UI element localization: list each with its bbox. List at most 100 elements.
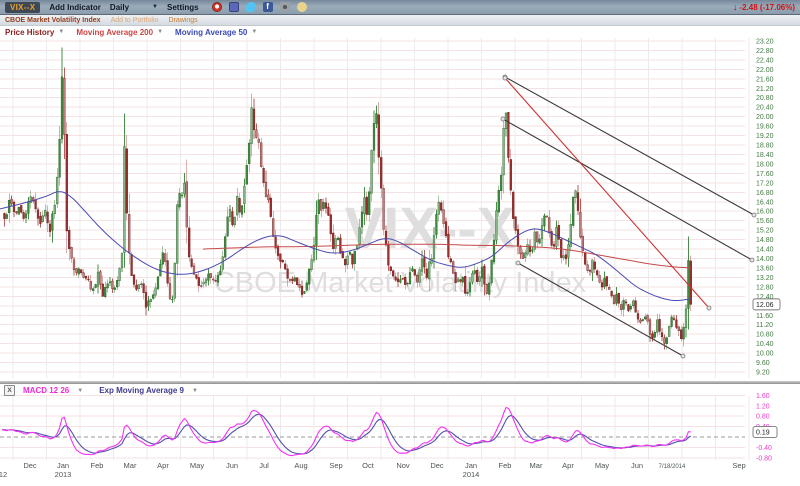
moving-average-50-dropdown[interactable]: Moving Average 50 — [175, 28, 247, 37]
facebook-icon[interactable]: f — [263, 2, 273, 12]
svg-text:14.00: 14.00 — [756, 256, 774, 263]
svg-text:Feb: Feb — [499, 461, 512, 470]
price-change-badge: ↓ -2.48 (-17.06%) — [733, 2, 795, 12]
indicator-bar: Price History ▼ Moving Average 200 ▼ Mov… — [0, 26, 800, 38]
chevron-down-icon[interactable]: ▼ — [251, 29, 257, 35]
price-history-dropdown[interactable]: Price History — [5, 28, 54, 37]
svg-text:Apr: Apr — [562, 461, 574, 470]
svg-text:20.40: 20.40 — [756, 105, 774, 112]
svg-text:10.40: 10.40 — [756, 341, 774, 348]
instrument-name: CBOE Market Volatility Index — [5, 17, 101, 24]
twitter-icon[interactable] — [246, 2, 256, 12]
svg-text:15.20: 15.20 — [756, 228, 774, 235]
svg-text:19.60: 19.60 — [756, 124, 774, 131]
svg-text:22.80: 22.80 — [756, 48, 774, 55]
svg-text:Jan: Jan — [57, 461, 69, 470]
svg-text:Jun: Jun — [631, 461, 643, 470]
svg-text:10.80: 10.80 — [756, 332, 774, 339]
macd-panel-header: X MACD 12 26 ▼ Exp Moving Average 9 ▼ — [0, 385, 800, 396]
svg-text:19.20: 19.20 — [756, 133, 774, 140]
svg-text:Jan: Jan — [465, 461, 477, 470]
svg-text:18.00: 18.00 — [756, 161, 774, 168]
svg-text:2013: 2013 — [55, 470, 72, 479]
macd-indicator-dropdown[interactable]: MACD 12 26 — [23, 386, 69, 395]
svg-text:20.80: 20.80 — [756, 95, 774, 102]
chevron-down-icon[interactable]: ▼ — [157, 29, 163, 35]
chevron-down-icon[interactable]: ▼ — [77, 388, 83, 394]
svg-text:2014: 2014 — [463, 470, 480, 479]
svg-text:7/18/2014: 7/18/2014 — [659, 464, 686, 470]
svg-text:11.60: 11.60 — [756, 313, 773, 320]
svg-text:Jun: Jun — [226, 461, 238, 470]
svg-text:Feb: Feb — [91, 461, 104, 470]
close-icon[interactable]: X — [4, 385, 15, 396]
svg-text:20.00: 20.00 — [756, 114, 774, 121]
svg-text:21.20: 21.20 — [756, 86, 774, 93]
toolbar-icons: f — [212, 2, 307, 12]
timeframe-dropdown[interactable]: Daily — [110, 3, 129, 12]
svg-text:14.40: 14.40 — [756, 247, 774, 254]
alerts-icon[interactable] — [212, 2, 222, 12]
chevron-down-icon[interactable]: ▼ — [58, 29, 64, 35]
svg-text:Apr: Apr — [157, 461, 169, 470]
svg-text:Sep: Sep — [732, 461, 745, 470]
svg-text:May: May — [595, 461, 609, 470]
svg-text:17.60: 17.60 — [756, 171, 774, 178]
svg-text:18.80: 18.80 — [756, 143, 774, 150]
svg-text:Oct: Oct — [362, 461, 375, 470]
instrument-subheader: CBOE Market Volatility Index Add to Port… — [0, 15, 800, 26]
svg-text:10.00: 10.00 — [756, 351, 774, 358]
price-axis: 23.20 22.80 22.40 22.00 21.60 21.20 20.80 20.40… — [756, 39, 774, 377]
svg-text:-0.40: -0.40 — [756, 445, 772, 452]
settings-button[interactable]: Settings — [167, 3, 199, 12]
ema-signal-dropdown[interactable]: Exp Moving Average 9 — [99, 386, 184, 395]
svg-text:22.40: 22.40 — [756, 57, 774, 64]
svg-text:Sep: Sep — [329, 461, 342, 470]
svg-text:-0.80: -0.80 — [756, 455, 772, 462]
chat-icon[interactable] — [297, 2, 307, 12]
svg-text:Nov: Nov — [396, 461, 410, 470]
svg-text:Dec: Dec — [430, 461, 444, 470]
svg-text:9.20: 9.20 — [756, 370, 770, 377]
price-change-text: -2.48 (-17.06%) — [739, 3, 795, 12]
svg-text:21.60: 21.60 — [756, 76, 774, 83]
svg-text:Dec: Dec — [23, 461, 37, 470]
svg-text:23.20: 23.20 — [756, 39, 774, 46]
svg-text:12.80: 12.80 — [756, 284, 774, 291]
svg-text:9.60: 9.60 — [756, 360, 770, 367]
svg-text:Aug: Aug — [294, 461, 307, 470]
date-axis: 12DecJan2013FebMarAprMayJunJulAugSepOctN… — [0, 461, 746, 479]
svg-text:11.20: 11.20 — [756, 322, 773, 329]
panel-divider[interactable] — [0, 381, 800, 384]
svg-text:12: 12 — [0, 470, 7, 479]
share-icon[interactable] — [229, 2, 239, 12]
svg-text:14.80: 14.80 — [756, 237, 774, 244]
chart-application-window: VIX--XCBOE Market Volatility Index23.202… — [0, 0, 800, 486]
down-arrow-icon: ↓ — [733, 2, 738, 12]
svg-text:0.80: 0.80 — [756, 414, 770, 421]
svg-text:17.20: 17.20 — [756, 180, 774, 187]
add-indicator-button[interactable]: Add Indicator — [49, 3, 101, 12]
svg-text:0.19: 0.19 — [756, 430, 770, 437]
svg-text:22.00: 22.00 — [756, 67, 774, 74]
macd-lines — [0, 408, 745, 456]
svg-text:15.60: 15.60 — [756, 218, 774, 225]
chevron-down-icon[interactable]: ▼ — [152, 4, 158, 10]
svg-text:13.60: 13.60 — [756, 265, 774, 272]
svg-text:16.80: 16.80 — [756, 190, 774, 197]
svg-text:16.40: 16.40 — [756, 199, 774, 206]
svg-text:May: May — [190, 461, 204, 470]
chevron-down-icon[interactable]: ▼ — [192, 388, 198, 394]
add-to-portfolio-link[interactable]: Add to Portfolio — [111, 17, 159, 24]
camera-icon[interactable] — [280, 2, 290, 12]
drawings-link[interactable]: Drawings — [168, 17, 197, 24]
svg-text:Mar: Mar — [124, 461, 137, 470]
svg-text:Jul: Jul — [259, 461, 269, 470]
moving-average-200-dropdown[interactable]: Moving Average 200 — [76, 28, 153, 37]
svg-text:1.20: 1.20 — [756, 403, 770, 410]
last-price-label: 12.06 — [753, 299, 780, 310]
top-toolbar: VIX--X Add Indicator Daily ▼ Settings f … — [0, 0, 800, 15]
symbol-box[interactable]: VIX--X — [5, 2, 40, 13]
svg-text:Mar: Mar — [530, 461, 543, 470]
chart-canvas[interactable]: VIX--XCBOE Market Volatility Index23.202… — [0, 0, 800, 486]
